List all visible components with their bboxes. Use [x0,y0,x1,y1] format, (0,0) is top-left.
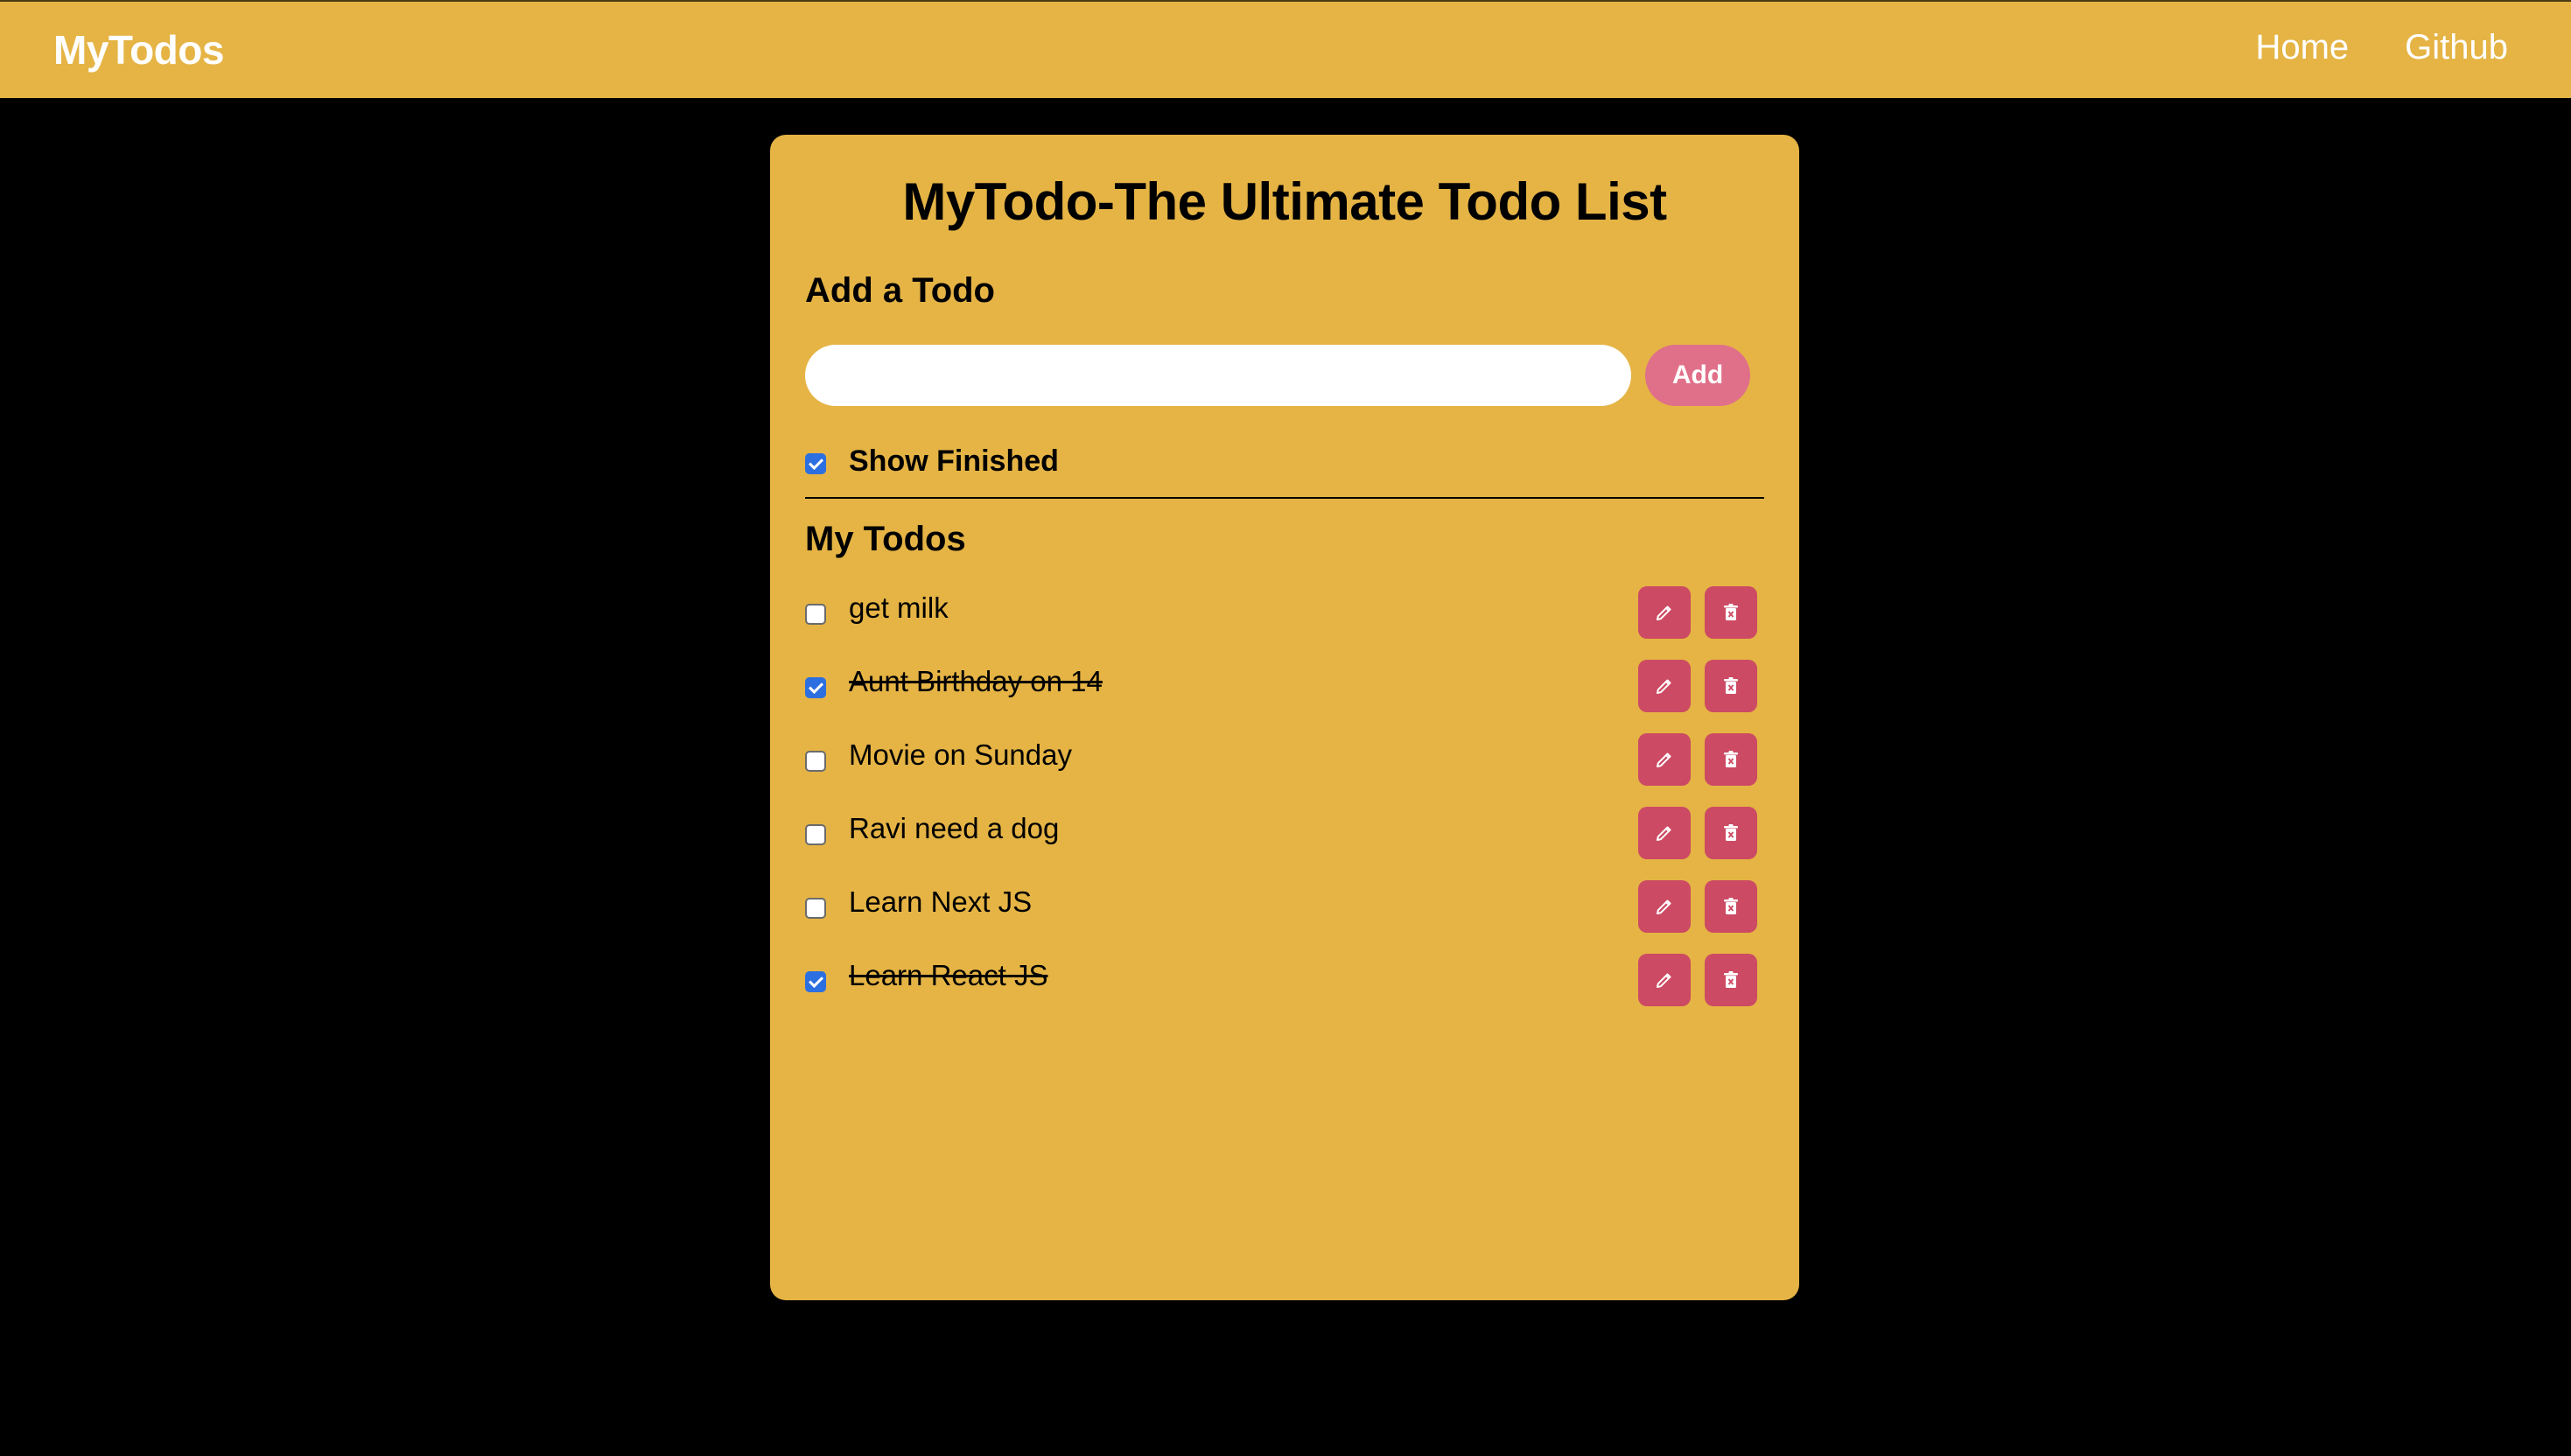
divider [805,497,1764,499]
todo-text: Learn Next JS [849,886,1033,918]
show-finished-checkbox[interactable] [805,453,826,474]
delete-button[interactable] [1705,954,1757,1006]
todo-input[interactable] [805,345,1631,406]
todo-checkbox[interactable] [805,971,826,992]
pencil-icon [1654,822,1675,844]
todo-item: get milk [770,586,1799,639]
todo-checkbox[interactable] [805,677,826,698]
todo-checkbox[interactable] [805,824,826,845]
todo-text: get milk [849,592,949,624]
add-todo-heading: Add a Todo [805,271,995,310]
todo-checkbox[interactable] [805,751,826,772]
pencil-icon [1654,896,1675,917]
pencil-icon [1654,970,1675,990]
my-todos-heading: My Todos [805,520,966,558]
todo-item: Ravi need a dog [770,807,1799,859]
show-finished-label: Show Finished [849,444,1059,478]
todo-item: Learn Next JS [770,880,1799,933]
edit-button[interactable] [1638,880,1691,933]
todo-checkbox[interactable] [805,604,826,625]
todo-text: Ravi need a dog [849,812,1060,844]
trash-icon [1721,749,1741,770]
todo-card: MyTodo-The Ultimate Todo List Add a Todo… [770,135,1799,1300]
edit-button[interactable] [1638,586,1691,639]
edit-button[interactable] [1638,660,1691,712]
todo-text: Learn React JS [849,959,1048,991]
trash-icon [1721,970,1741,990]
todo-item: Aunt Birthday on 14 [770,660,1799,712]
delete-button[interactable] [1705,660,1757,712]
trash-icon [1721,676,1741,696]
nav-link-github[interactable]: Github [2405,28,2508,67]
add-button[interactable]: Add [1645,345,1750,406]
delete-button[interactable] [1705,807,1757,859]
delete-button[interactable] [1705,586,1757,639]
brand-logo[interactable]: MyTodos [53,26,224,74]
trash-icon [1721,822,1741,844]
nav-link-home[interactable]: Home [2255,28,2349,67]
todo-text: Aunt Birthday on 14 [849,665,1103,697]
nav-links: Home Github [2255,28,2508,67]
todo-item: Movie on Sunday [770,733,1799,786]
navbar: MyTodos Home Github [0,0,2571,98]
trash-icon [1721,896,1741,917]
delete-button[interactable] [1705,880,1757,933]
pencil-icon [1654,749,1675,770]
todo-checkbox[interactable] [805,898,826,919]
todo-item: Learn React JS [770,954,1799,1006]
edit-button[interactable] [1638,733,1691,786]
delete-button[interactable] [1705,733,1757,786]
todo-text: Movie on Sunday [849,738,1072,771]
page-title: MyTodo-The Ultimate Todo List [902,172,1667,231]
trash-icon [1721,602,1741,623]
edit-button[interactable] [1638,954,1691,1006]
pencil-icon [1654,602,1675,623]
edit-button[interactable] [1638,807,1691,859]
pencil-icon [1654,676,1675,696]
